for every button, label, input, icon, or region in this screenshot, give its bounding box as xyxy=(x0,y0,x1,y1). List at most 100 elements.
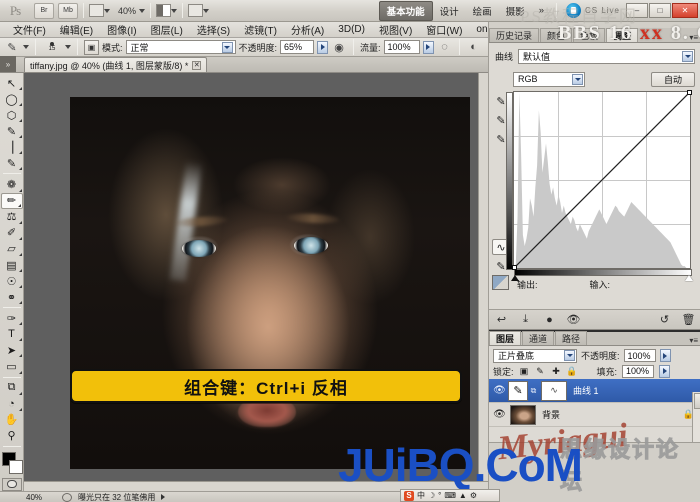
image-canvas[interactable]: 组合键：Ctrl+i 反相 xyxy=(70,97,470,469)
lock-transparent-pixels-icon[interactable]: ▣ xyxy=(519,366,530,377)
opacity-slider-arrow-icon[interactable] xyxy=(317,40,329,54)
lock-image-pixels-icon[interactable]: ✎ xyxy=(535,366,546,377)
toggle-layer-visibility-icon[interactable]: ● xyxy=(542,313,557,327)
delete-adjustment-icon[interactable]: 🗑 xyxy=(681,313,696,327)
move-tool[interactable]: ↖ xyxy=(1,75,23,91)
airbrush-pressure-icon[interactable]: ◉ xyxy=(331,40,347,55)
layer-visibility-icon[interactable]: 👁 xyxy=(491,382,508,399)
return-to-adjustment-list-icon[interactable]: ↩ xyxy=(494,313,509,327)
layer-fill-slider-arrow-icon[interactable] xyxy=(659,364,671,378)
layer-opacity-slider-arrow-icon[interactable] xyxy=(659,349,671,362)
clip-to-layer-icon[interactable]: ⤓ xyxy=(518,313,533,327)
workspace-essentials[interactable]: 基本功能 xyxy=(378,0,433,21)
curve-point-black[interactable] xyxy=(512,265,517,270)
3d-rotate-tool[interactable]: ⧉ xyxy=(1,380,23,396)
status-zoom-value[interactable]: 40% xyxy=(26,493,56,502)
menu-select[interactable]: 选择(S) xyxy=(190,21,237,38)
auto-button[interactable]: 自动 xyxy=(651,71,695,87)
ime-lang-label[interactable]: 中 xyxy=(417,490,425,501)
tab-layers[interactable]: 图层 xyxy=(489,331,522,345)
canvas-vertical-scrollbar[interactable] xyxy=(478,73,488,481)
brush-tool-icon[interactable]: ✎ xyxy=(4,40,20,55)
layer-opacity-input[interactable]: 100% xyxy=(623,349,656,362)
type-tool[interactable]: T xyxy=(1,326,23,342)
flow-slider-arrow-icon[interactable] xyxy=(422,40,434,54)
brush-size-preview[interactable]: 15 xyxy=(42,40,62,55)
screen-mode-icon[interactable] xyxy=(156,4,172,17)
mask-link-icon[interactable]: ⧉ xyxy=(530,383,537,399)
lock-all-icon[interactable]: 🔒 xyxy=(566,366,577,377)
eraser-tool[interactable]: ▱ xyxy=(1,241,23,257)
path-selection-tool[interactable]: ➤ xyxy=(1,342,23,358)
table-row[interactable]: 👁 ✎ ⧉ ∿ 曲线 1 xyxy=(489,379,700,403)
ime-settings-icon[interactable]: ⚙ xyxy=(470,491,477,500)
view-extras-icon[interactable] xyxy=(89,4,104,17)
brush-tool[interactable]: ✏ xyxy=(0,192,23,209)
clone-stamp-tool[interactable]: ⚖ xyxy=(1,209,23,225)
menu-3d[interactable]: 3D(D) xyxy=(331,23,372,36)
panel-expander-icon[interactable]: » xyxy=(0,56,16,72)
menu-analysis[interactable]: 分析(A) xyxy=(284,21,331,38)
table-row[interactable]: 👁 背景 🔒 xyxy=(489,403,700,427)
curves-graph[interactable] xyxy=(506,90,693,281)
3d-orbit-tool[interactable]: ◔ xyxy=(1,396,23,412)
gradient-tool[interactable]: ▤ xyxy=(1,257,23,273)
curves-channel-select[interactable]: RGB xyxy=(513,71,585,87)
blur-tool[interactable]: ☉ xyxy=(1,273,23,289)
layer-thumbnail-background[interactable] xyxy=(510,404,536,425)
quick-selection-tool[interactable]: ✎ xyxy=(1,123,23,139)
menu-window[interactable]: 窗口(W) xyxy=(419,21,469,38)
layer-fill-input[interactable]: 100% xyxy=(622,364,655,378)
zoom-tool[interactable]: ⚲ xyxy=(1,428,23,444)
elliptical-marquee-tool[interactable]: ◯ xyxy=(1,91,23,107)
close-button[interactable]: ✕ xyxy=(672,3,698,18)
airbrush-toggle-icon[interactable]: ◌ xyxy=(437,40,453,55)
brush-preset-caret-icon[interactable] xyxy=(23,45,29,49)
brush-picker-caret-icon[interactable] xyxy=(65,45,71,49)
ime-moon-icon[interactable]: ☽ xyxy=(428,491,435,500)
history-brush-tool[interactable]: ✐ xyxy=(1,225,23,241)
flow-input[interactable]: 100% xyxy=(383,40,420,54)
menu-image[interactable]: 图像(I) xyxy=(100,21,143,38)
arrange-documents-icon[interactable] xyxy=(188,4,204,17)
arrange-caret-icon[interactable] xyxy=(203,8,210,13)
curves-display-options-icon[interactable] xyxy=(492,275,509,290)
curve-point-white[interactable] xyxy=(687,90,692,95)
maximize-button[interactable]: □ xyxy=(649,3,671,18)
workspace-design[interactable]: 设计 xyxy=(433,2,466,20)
preview-eye-icon[interactable]: 👁 xyxy=(566,313,581,327)
status-menu-arrow-icon[interactable] xyxy=(161,494,166,500)
menu-view[interactable]: 视图(V) xyxy=(372,21,419,38)
spot-healing-brush-tool[interactable]: ❁ xyxy=(1,176,23,192)
ime-logo-icon[interactable]: S xyxy=(404,490,414,501)
hand-tool[interactable]: ✋ xyxy=(1,412,23,428)
menu-file[interactable]: 文件(F) xyxy=(6,21,53,38)
tab-channels[interactable]: 通道 xyxy=(522,331,555,345)
layers-panel-menu-icon[interactable]: ▾≡ xyxy=(689,336,700,345)
layer-mask-thumbnail[interactable]: ∿ xyxy=(541,380,567,401)
lock-position-icon[interactable]: ✚ xyxy=(551,366,562,377)
background-color-swatch[interactable] xyxy=(8,459,23,474)
layers-scrollbar-thumb[interactable] xyxy=(694,393,700,409)
quick-mask-toggle[interactable] xyxy=(1,477,22,491)
menu-layer[interactable]: 图层(L) xyxy=(144,21,190,38)
eyedropper-tool[interactable]: ✎ xyxy=(1,155,23,171)
layer-thumbnail-curves[interactable]: ✎ xyxy=(508,380,528,401)
layer-visibility-icon[interactable]: 👁 xyxy=(491,406,508,423)
ime-toolbox-icon[interactable]: ▲ xyxy=(459,491,467,500)
document-close-icon[interactable]: ✕ xyxy=(192,60,202,70)
view-extras-caret-icon[interactable] xyxy=(104,8,110,13)
bridge-button[interactable]: Br xyxy=(34,2,54,19)
zoom-level-selector[interactable]: 40% xyxy=(118,6,146,16)
opacity-input[interactable]: 65% xyxy=(280,40,315,54)
menu-edit[interactable]: 编辑(E) xyxy=(53,21,100,38)
reset-adjustment-icon[interactable]: ↺ xyxy=(657,313,672,327)
ime-punctuation-icon[interactable]: ° xyxy=(438,491,441,500)
document-tab[interactable]: tiffany.jpg @ 40% (曲线 1, 图层蒙版/8) * ✕ xyxy=(24,57,208,72)
rectangle-tool[interactable]: ▭ xyxy=(1,358,23,374)
blend-mode-select[interactable]: 正常 xyxy=(125,40,236,54)
tablet-pressure-icon[interactable]: ◐ xyxy=(466,40,482,55)
menu-filter[interactable]: 滤镜(T) xyxy=(237,21,284,38)
color-swatches[interactable] xyxy=(1,451,23,475)
screen-mode-caret-icon[interactable] xyxy=(171,8,178,13)
